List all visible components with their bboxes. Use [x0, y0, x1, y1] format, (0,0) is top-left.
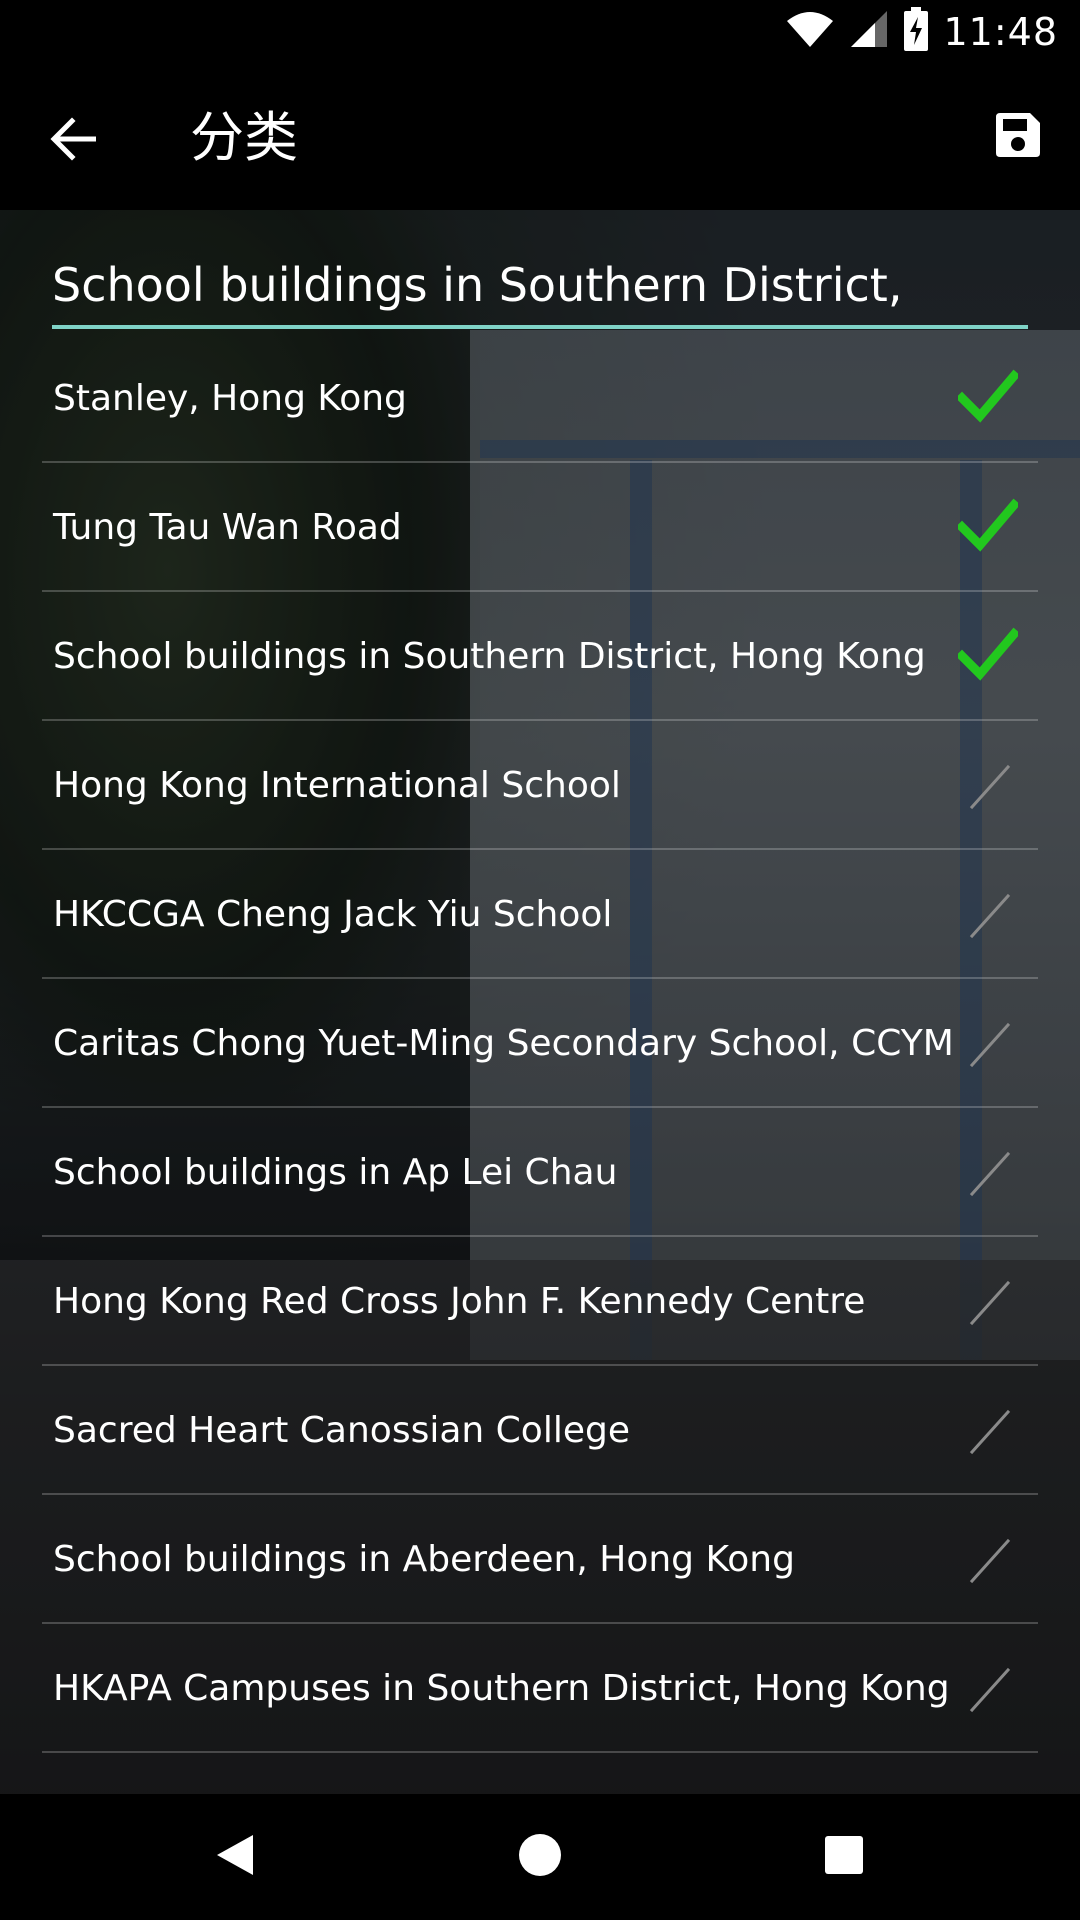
- category-row[interactable]: Tung Tau Wan Road: [0, 463, 1080, 592]
- checkmark-off-icon[interactable]: [958, 1529, 1018, 1589]
- row-divider: [42, 1751, 1038, 1753]
- checkmark-on-icon[interactable]: [955, 368, 1021, 428]
- toolbar: 分类: [0, 63, 1080, 210]
- category-label: HKAPA Campuses in Southern District, Hon…: [53, 1668, 950, 1709]
- checkmark-on-icon[interactable]: [955, 626, 1021, 686]
- category-row[interactable]: HKAPA Campuses in Southern District, Hon…: [0, 1624, 1080, 1753]
- status-time: 11:48: [943, 9, 1058, 54]
- category-row[interactable]: Hong Kong Red Cross John F. Kennedy Cent…: [0, 1237, 1080, 1366]
- category-label: Tung Tau Wan Road: [53, 507, 402, 548]
- category-row[interactable]: School buildings in Southern District, H…: [0, 592, 1080, 721]
- category-row[interactable]: Caritas Chong Yuet-Ming Secondary School…: [0, 979, 1080, 1108]
- recents-square-icon: [824, 1835, 864, 1880]
- category-list: Stanley, Hong Kong Tung Tau Wan Road Schoo…: [0, 334, 1080, 1753]
- battery-charging-icon: [903, 7, 929, 56]
- category-row[interactable]: HKCCGA Cheng Jack Yiu School: [0, 850, 1080, 979]
- search-underline: [52, 325, 1028, 329]
- search-input-text: School buildings in Southern District, H…: [52, 258, 903, 330]
- status-bar: 11:48: [0, 0, 1080, 63]
- checkmark-off-icon[interactable]: [958, 755, 1018, 815]
- checkmark-off-icon[interactable]: [958, 884, 1018, 944]
- checkmark-off-icon[interactable]: [958, 1271, 1018, 1331]
- signal-icon: [849, 9, 889, 54]
- category-label: Hong Kong International School: [53, 765, 621, 806]
- nav-recents-button[interactable]: [804, 1817, 884, 1897]
- category-row[interactable]: School buildings in Aberdeen, Hong Kong: [0, 1495, 1080, 1624]
- category-row[interactable]: Hong Kong International School: [0, 721, 1080, 850]
- status-icons: 11:48: [785, 0, 1058, 63]
- nav-home-button[interactable]: [500, 1817, 580, 1897]
- category-row[interactable]: Stanley, Hong Kong: [0, 334, 1080, 463]
- category-label: School buildings in Aberdeen, Hong Kong: [53, 1539, 795, 1580]
- back-triangle-icon: [213, 1831, 257, 1884]
- save-button[interactable]: [978, 97, 1058, 177]
- category-search-input[interactable]: School buildings in Southern District, H…: [52, 250, 1028, 330]
- category-label: School buildings in Ap Lei Chau: [53, 1152, 618, 1193]
- save-icon: [992, 109, 1044, 166]
- checkmark-off-icon[interactable]: [958, 1658, 1018, 1718]
- category-row[interactable]: Sacred Heart Canossian College: [0, 1366, 1080, 1495]
- checkmark-on-icon[interactable]: [955, 497, 1021, 557]
- checkmark-off-icon[interactable]: [958, 1400, 1018, 1460]
- content-area: School buildings in Southern District, H…: [0, 210, 1080, 1794]
- nav-back-button[interactable]: [195, 1817, 275, 1897]
- arrow-left-icon: [50, 116, 98, 166]
- category-label: HKCCGA Cheng Jack Yiu School: [53, 894, 613, 935]
- category-label: Sacred Heart Canossian College: [53, 1410, 630, 1451]
- navigation-bar: [0, 1794, 1080, 1920]
- category-label: Caritas Chong Yuet-Ming Secondary School…: [53, 1023, 954, 1064]
- home-circle-icon: [518, 1833, 562, 1882]
- category-label: Hong Kong Red Cross John F. Kennedy Cent…: [53, 1281, 866, 1322]
- checkmark-off-icon[interactable]: [958, 1142, 1018, 1202]
- category-label: School buildings in Southern District, H…: [53, 636, 926, 677]
- wifi-icon: [785, 9, 835, 54]
- checkmark-off-icon[interactable]: [958, 1013, 1018, 1073]
- page-title: 分类: [190, 106, 298, 169]
- category-row[interactable]: School buildings in Ap Lei Chau: [0, 1108, 1080, 1237]
- back-button[interactable]: [30, 97, 118, 185]
- category-label: Stanley, Hong Kong: [53, 378, 407, 419]
